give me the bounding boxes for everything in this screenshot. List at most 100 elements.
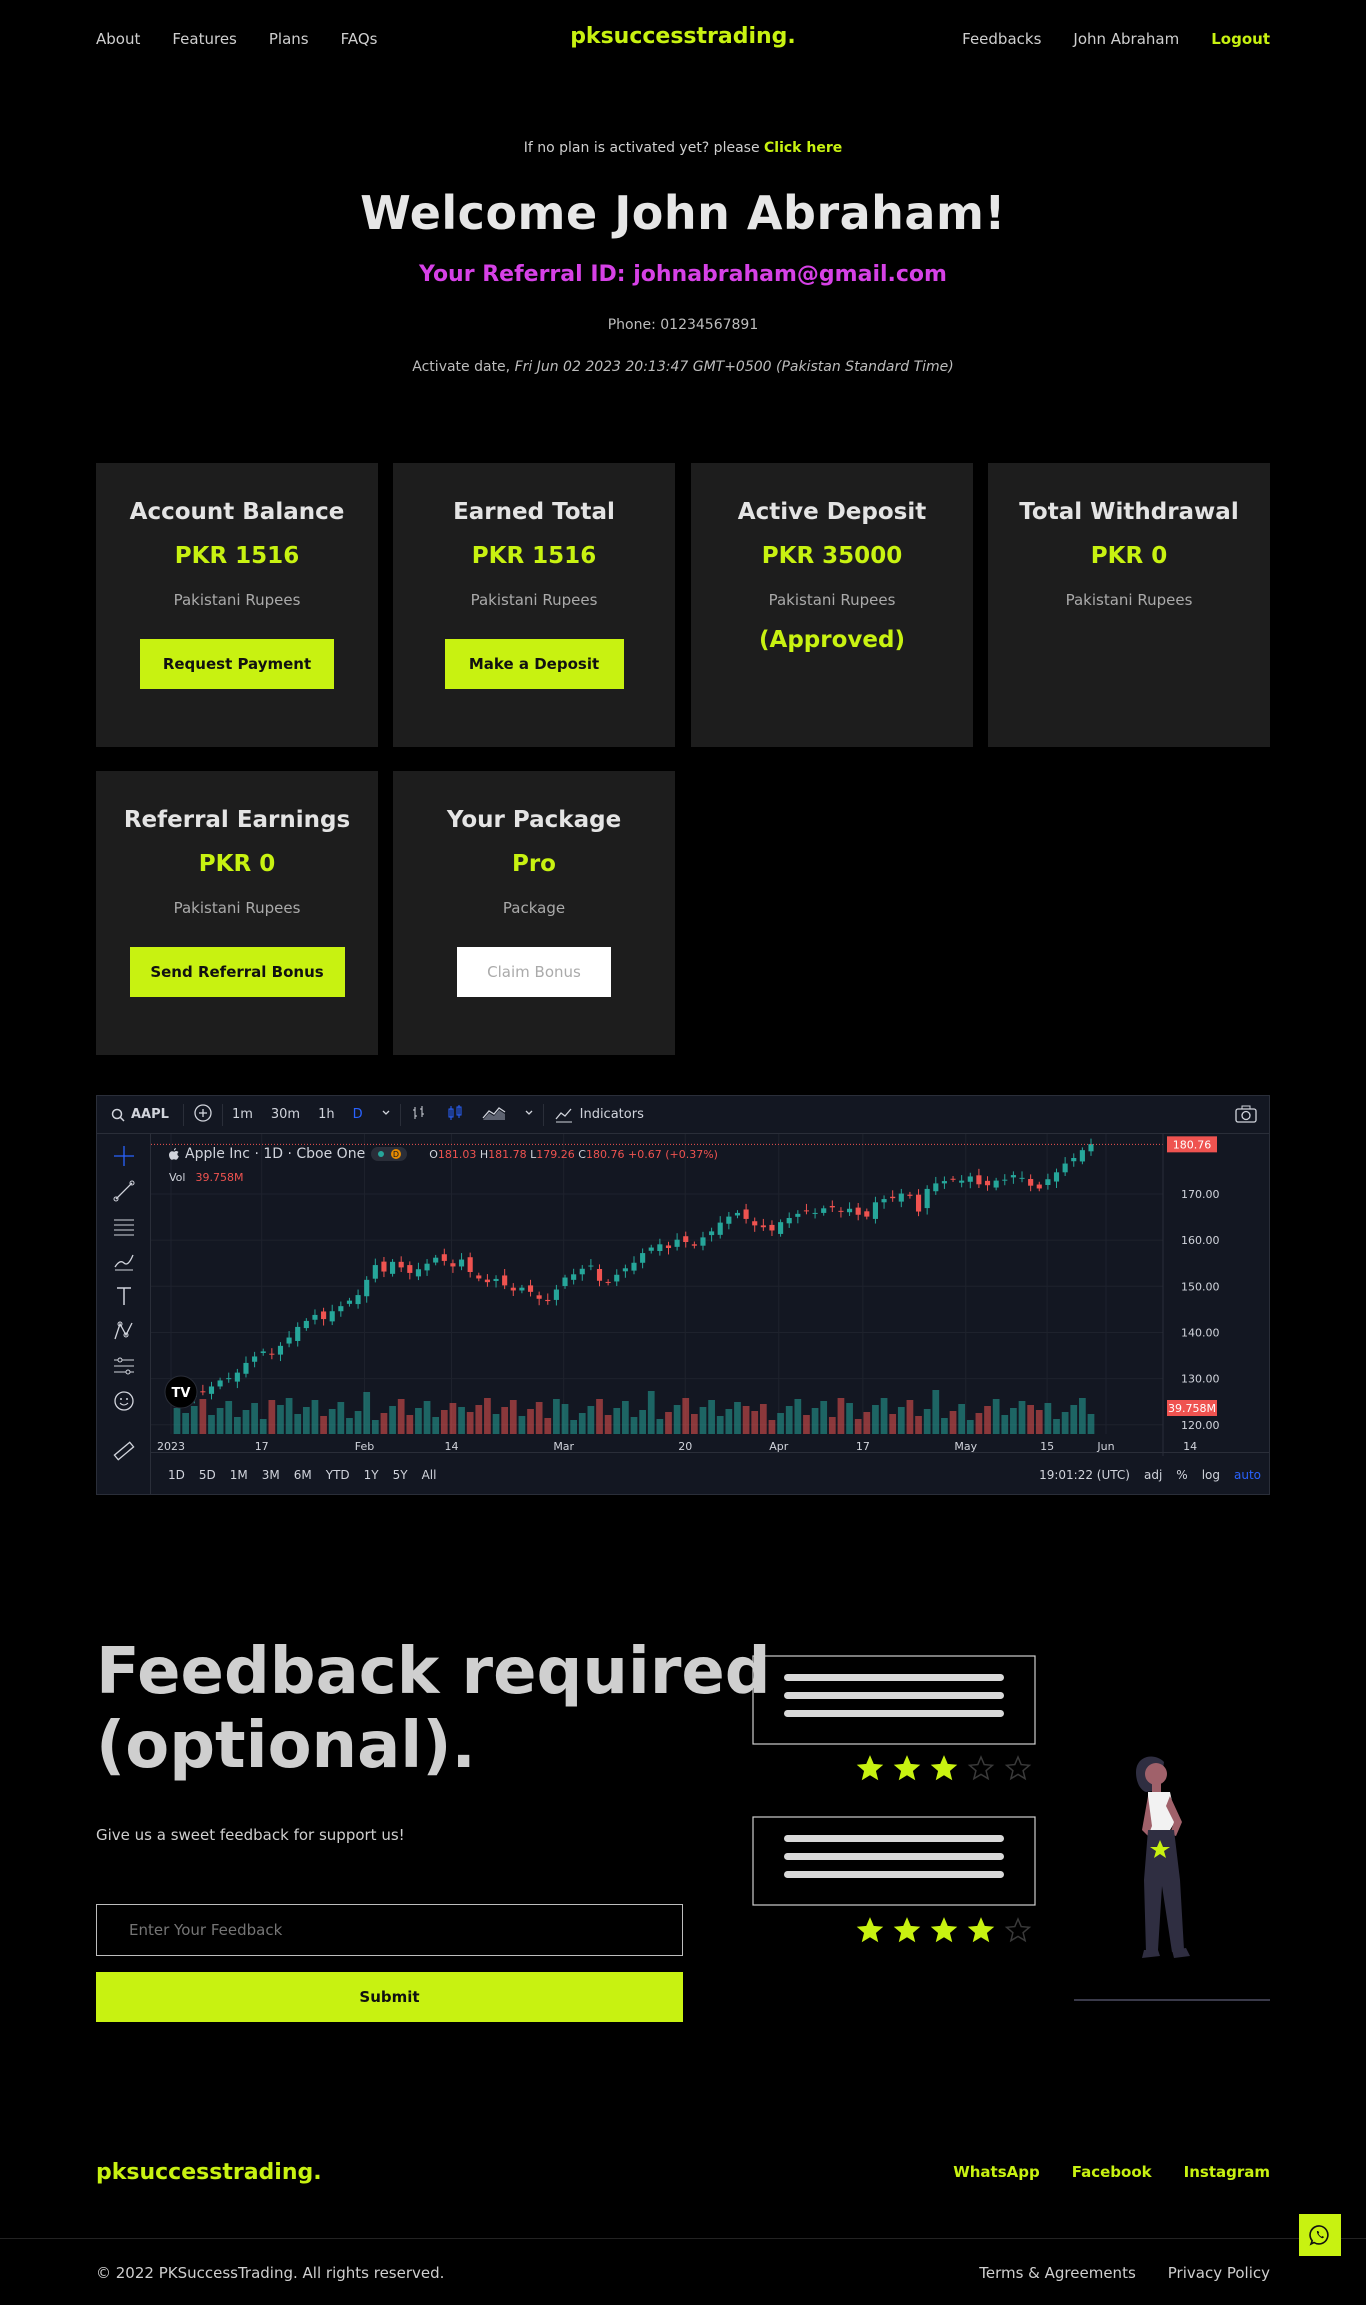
volume-bar [466,1412,474,1434]
whatsapp-float-button[interactable] [1299,2214,1341,2256]
price-chart[interactable]: TV 120.00 130.00 140.00 150.00 160.00 170.00 1… [151,1134,1270,1456]
nav-user[interactable]: John Abraham [1073,30,1179,48]
volume-legend: Vol 39.758M [169,1171,243,1184]
volume-bar [406,1415,414,1434]
plan-notice-text: If no plan is activated yet? please [523,140,760,156]
interval-1m[interactable]: 1m [223,1107,262,1122]
range-ytd[interactable]: YTD [319,1468,357,1482]
nav-feedbacks[interactable]: Feedbacks [962,30,1041,48]
candle-body [1019,1177,1025,1179]
volume-bar [389,1406,396,1434]
candle-body [1045,1179,1051,1185]
click-here-link[interactable]: Click here [764,140,842,156]
clock-time[interactable]: 19:01:22 (UTC) [1039,1468,1130,1482]
ruler-icon[interactable] [112,1439,136,1463]
feedback-heading-line2: (optional). [96,1709,476,1783]
card-your-package: Your Package Pro Package Claim Bonus [393,771,675,1055]
pattern-icon[interactable] [112,1319,136,1343]
candle-style-button[interactable] [437,1104,473,1126]
candle-body [726,1216,732,1224]
candle-body [545,1299,551,1302]
range-bar: 1D 5D 1M 3M 6M YTD 1Y 5Y All 19:01:22 (U… [151,1452,1269,1494]
symbol-search[interactable]: AAPL [97,1107,183,1122]
range-1d[interactable]: 1D [161,1468,192,1482]
candle-body [812,1212,818,1214]
facebook-link[interactable]: Facebook [1072,2163,1152,2181]
brand-logo[interactable]: pksuccesstrading. [570,24,796,49]
range-5d[interactable]: 5D [192,1468,223,1482]
volume-bar [173,1408,181,1434]
candle-body [872,1202,878,1219]
whatsapp-link[interactable]: WhatsApp [953,2163,1040,2181]
candle-body [260,1351,266,1353]
bar-style-button[interactable] [401,1104,437,1126]
range-all[interactable]: All [415,1468,444,1482]
chart-type-dropdown[interactable] [515,1107,543,1122]
terms-link[interactable]: Terms & Agreements [979,2264,1136,2282]
range-6m[interactable]: 6M [287,1468,319,1482]
brush-icon[interactable] [112,1249,136,1273]
nav-about[interactable]: About [96,30,140,48]
candle-body [648,1247,654,1251]
range-1m[interactable]: 1M [223,1468,255,1482]
nav-features[interactable]: Features [172,30,237,48]
submit-button[interactable]: Submit [96,1972,683,2022]
claim-bonus-button[interactable]: Claim Bonus [457,947,611,997]
percent-toggle[interactable]: % [1176,1468,1187,1482]
request-payment-button[interactable]: Request Payment [140,639,334,689]
compare-button[interactable] [184,1103,222,1127]
feedback-input[interactable] [96,1904,683,1956]
trend-line-icon[interactable] [112,1179,136,1203]
volume-bar [820,1401,828,1434]
interval-30m[interactable]: 30m [262,1107,309,1122]
volume-bar [1035,1410,1043,1434]
instagram-link[interactable]: Instagram [1184,2163,1270,2181]
volume-bar [484,1398,491,1434]
plan-notice: If no plan is activated yet? please Clic… [0,140,1366,156]
volume-bar [777,1413,784,1434]
svg-text:D: D [393,1150,399,1159]
auto-toggle[interactable]: auto [1234,1468,1261,1482]
interval-d[interactable]: D [344,1107,372,1122]
volume-bar [1044,1403,1052,1434]
interval-1h[interactable]: 1h [309,1107,344,1122]
woman-figure [1074,1756,1270,2001]
footer-brand[interactable]: pksuccesstrading. [96,2160,322,2185]
make-deposit-button[interactable]: Make a Deposit [444,639,624,689]
candle-body [786,1218,792,1224]
volume-bar [440,1410,448,1434]
volume-bar [880,1398,888,1434]
interval-dropdown[interactable] [372,1107,400,1122]
referral-id: Your Referral ID: johnabraham@gmail.com [419,262,947,287]
logout-link[interactable]: Logout [1211,30,1270,48]
text-icon[interactable] [112,1284,136,1308]
indicators-button[interactable]: Indicators [544,1106,654,1124]
volume-bar [897,1407,905,1434]
close-value: 180.76 [585,1147,625,1161]
candle-body [915,1194,922,1212]
emoji-icon[interactable] [112,1389,136,1413]
volume-bar [716,1416,724,1434]
range-5y[interactable]: 5Y [386,1468,415,1482]
log-toggle[interactable]: log [1202,1468,1220,1482]
snapshot-button[interactable] [1235,1105,1257,1127]
range-3m[interactable]: 3M [255,1468,287,1482]
candle-body [415,1269,421,1277]
privacy-link[interactable]: Privacy Policy [1168,2264,1270,2282]
candle-body [898,1193,904,1202]
adj-toggle[interactable]: adj [1144,1468,1162,1482]
crosshair-icon[interactable] [112,1144,136,1168]
area-style-button[interactable] [473,1104,515,1126]
candle-body [709,1231,715,1236]
range-1y[interactable]: 1Y [357,1468,386,1482]
nav-plans[interactable]: Plans [269,30,309,48]
send-referral-bonus-button[interactable]: Send Referral Bonus [129,947,345,997]
forecast-icon[interactable] [112,1354,136,1378]
candle-body [381,1261,387,1272]
volume-bar [518,1416,526,1434]
nav-faqs[interactable]: FAQs [341,30,378,48]
fib-icon[interactable] [112,1214,136,1238]
last-price-label: 180.76 [1173,1138,1212,1151]
volume-bar [656,1419,664,1434]
volume-bar [803,1415,810,1434]
